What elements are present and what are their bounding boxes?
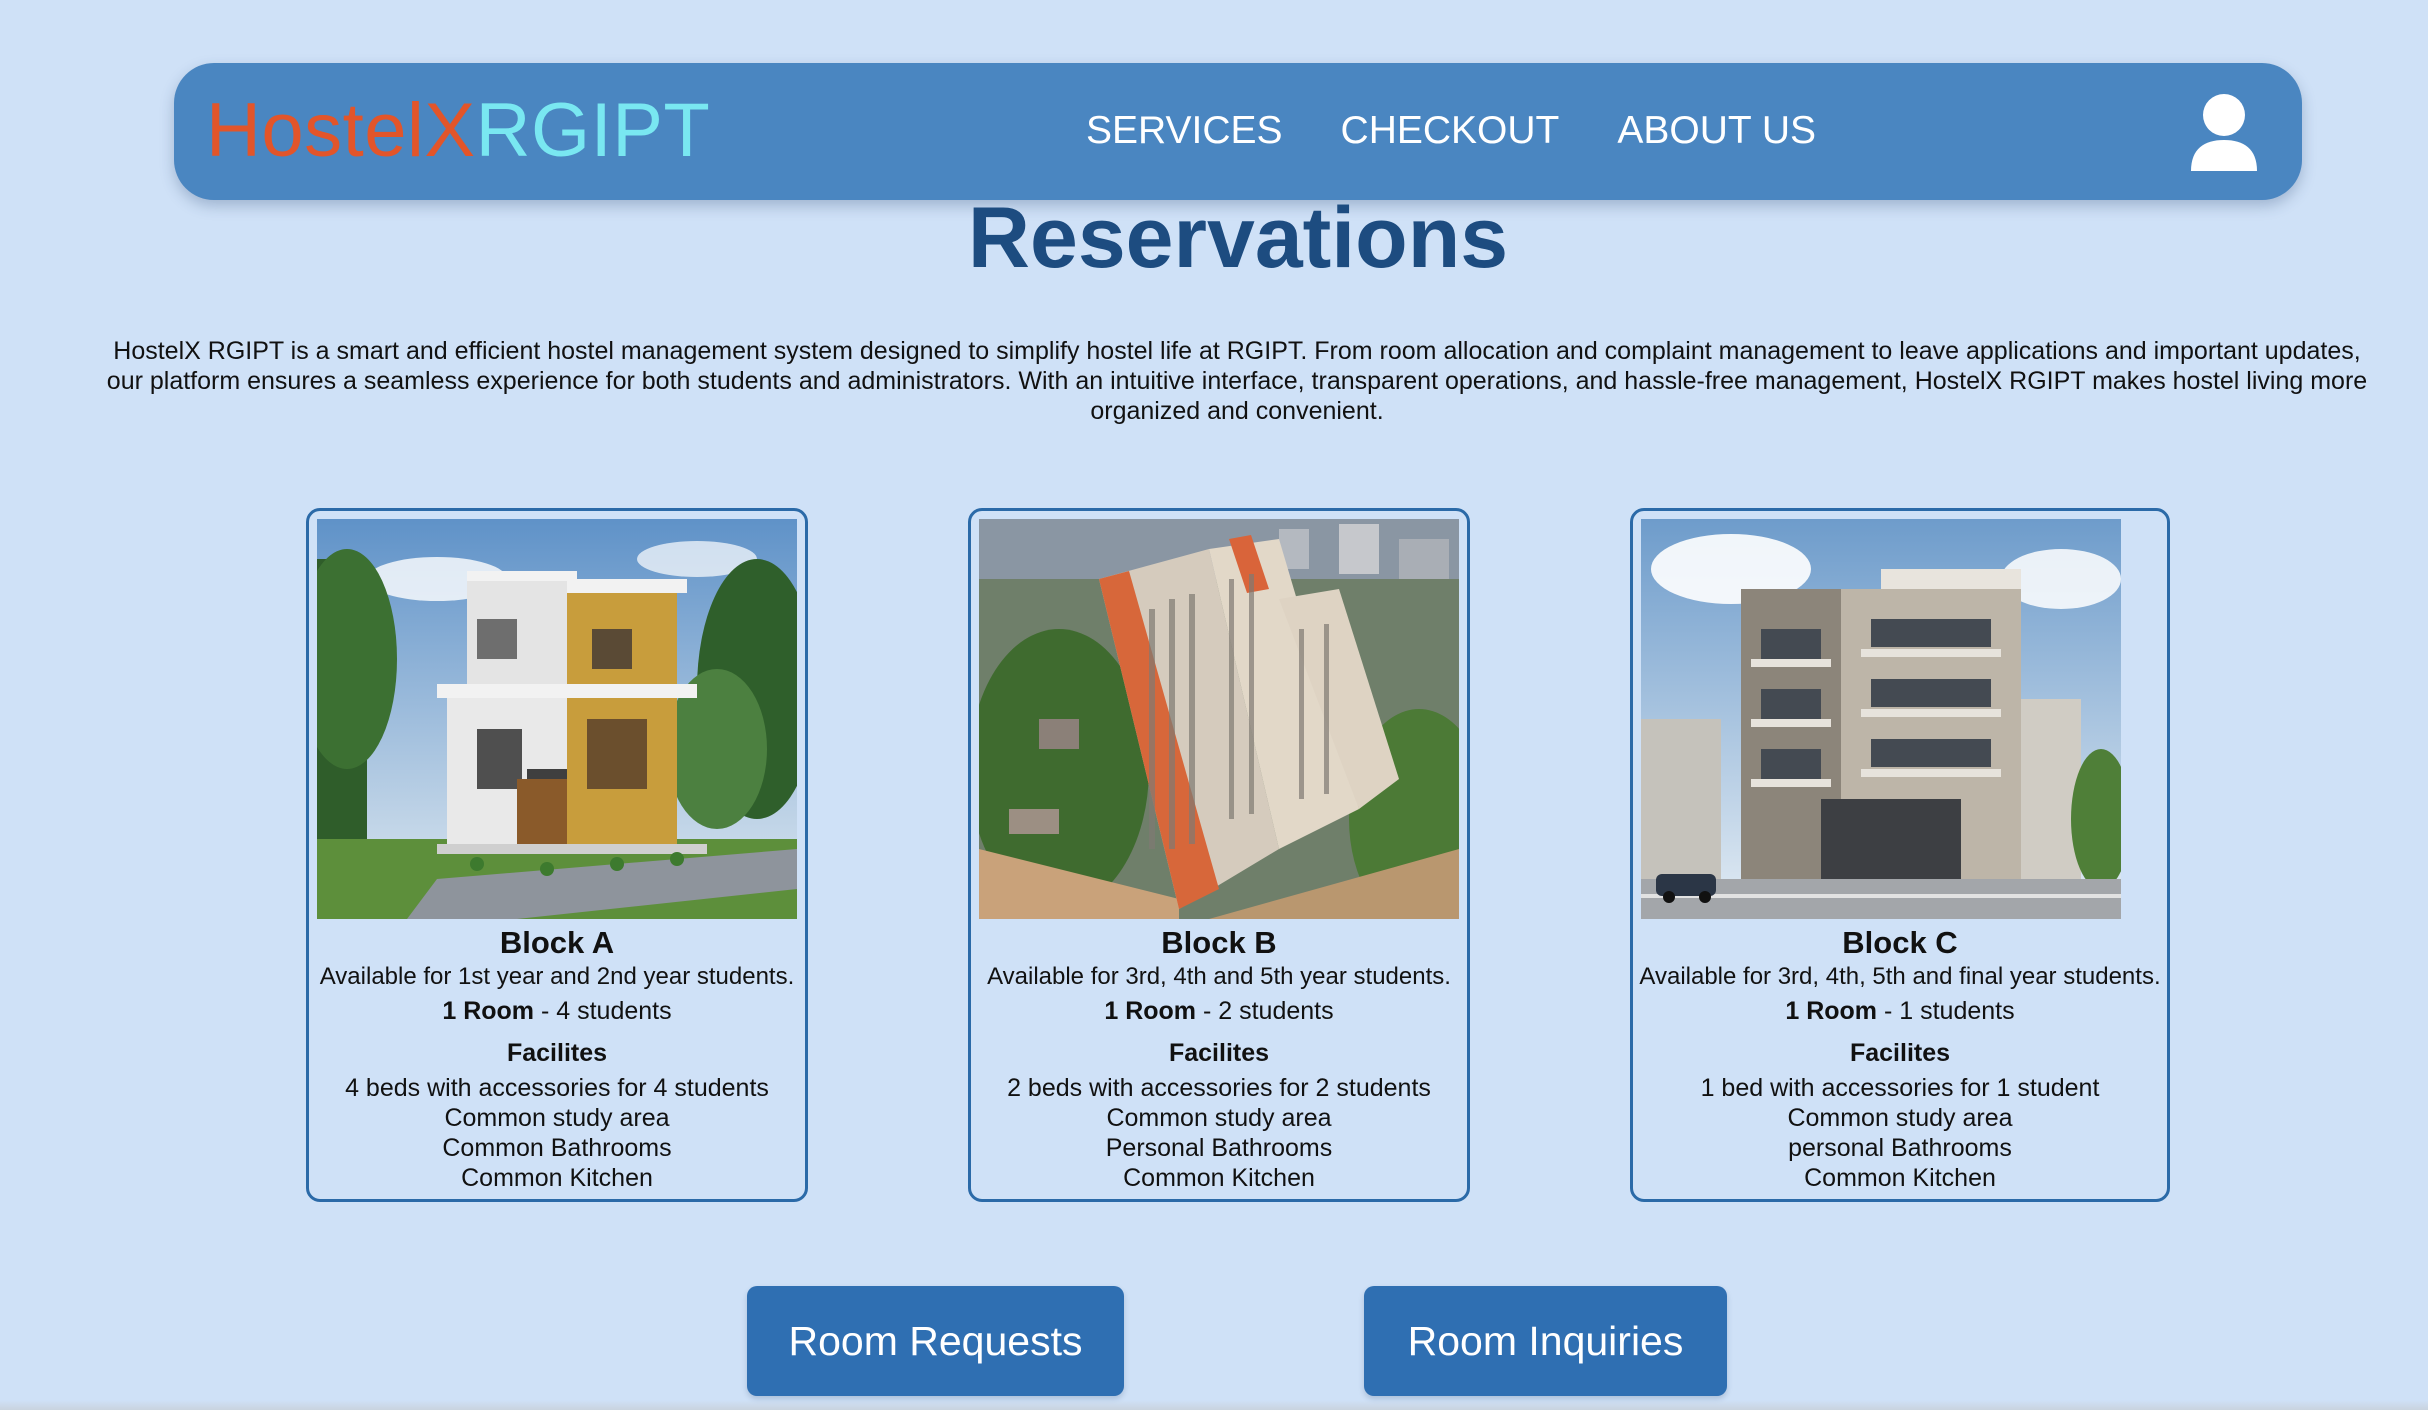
block-c-room-value: - 1 students [1877,997,2015,1025]
block-a-availability: Available for 1st year and 2nd year stud… [319,963,795,990]
facility-item: Common Kitchen [461,1164,653,1192]
facility-item: Personal Bathrooms [1105,1134,1333,1162]
block-b-room-label: 1 Room [1104,997,1197,1025]
block-b-title: Block B [1161,925,1277,960]
navbar: HostelXRGIPT SERVICES CHECKOUT ABOUT US [174,63,2302,200]
block-a-title: Block A [499,925,615,960]
facility-item: Common Bathrooms [442,1134,672,1162]
block-b-availability: Available for 3rd, 4th and 5th year stud… [987,963,1451,990]
nav-link-about-us[interactable]: ABOUT US [1617,103,1816,159]
block-c-facilities-list: 1 bed with accessories for 1 student Com… [1633,1073,2167,1193]
block-a-facilities-title: Facilites [506,1039,608,1067]
block-c-availability: Available for 3rd, 4th, 5th and final ye… [1639,963,2161,990]
facility-item: personal Bathrooms [1788,1134,2012,1162]
block-b-facilities-list: 2 beds with accessories for 2 students C… [971,1073,1467,1193]
block-a-facilities-list: 4 beds with accessories for 4 students C… [309,1073,805,1193]
facility-item: Common study area [1106,1104,1332,1132]
brand-name-part-a: HostelX [206,88,476,173]
block-c-details: Block C Available for 3rd, 4th, 5th and … [1633,925,2167,1193]
facility-item: 2 beds with accessories for 2 students [1007,1074,1431,1102]
block-b-details: Block B Available for 3rd, 4th and 5th y… [971,925,1467,1193]
nav-link-services[interactable]: SERVICES [1086,103,1283,159]
block-a-room-label: 1 Room [442,997,535,1025]
block-a-room-capacity: 1 Room - 4 students [309,993,805,1029]
block-a-details: Block A Available for 1st year and 2nd y… [309,925,805,1193]
block-c-card: Block C Available for 3rd, 4th, 5th and … [1630,508,2170,1202]
facility-item: Common study area [444,1104,670,1132]
facility-item: Common study area [1787,1104,2013,1132]
facility-item: 1 bed with accessories for 1 student [1700,1074,2100,1102]
block-c-room-capacity: 1 Room - 1 students [1633,993,2167,1029]
page-bottom-edge [0,1400,2428,1410]
user-profile-button[interactable] [2188,93,2260,173]
block-b-image [979,519,1459,919]
block-c-title: Block C [1842,925,1958,960]
facility-item: 4 beds with accessories for 4 students [345,1074,769,1102]
block-b-facilities-title: Facilites [1168,1039,1270,1067]
intro-paragraph: HostelX RGIPT is a smart and efficient h… [106,337,2368,425]
user-profile-icon [2191,94,2257,171]
block-b-room-capacity: 1 Room - 2 students [971,993,1467,1029]
block-c-image [1641,519,2121,919]
block-b-room-value: - 2 students [1196,997,1334,1025]
nav-link-checkout[interactable]: CHECKOUT [1341,103,1560,159]
facility-item: Common Kitchen [1123,1164,1315,1192]
nav-links: SERVICES CHECKOUT ABOUT US [1086,103,1816,159]
block-c-room-label: 1 Room [1785,997,1878,1025]
facility-item: Common Kitchen [1804,1164,1996,1192]
room-requests-button[interactable]: Room Requests [747,1286,1124,1396]
block-a-room-value: - 4 students [534,997,672,1025]
brand-name-part-b: RGIPT [475,88,711,173]
block-a-card: Block A Available for 1st year and 2nd y… [306,508,808,1202]
block-c-facilities-title: Facilites [1849,1039,1951,1067]
room-inquiries-button[interactable]: Room Inquiries [1364,1286,1727,1396]
block-b-card: Block B Available for 3rd, 4th and 5th y… [968,508,1470,1202]
brand-logo[interactable]: HostelXRGIPT [206,85,710,177]
page-title: Reservations [967,190,1509,286]
block-a-image [317,519,797,919]
